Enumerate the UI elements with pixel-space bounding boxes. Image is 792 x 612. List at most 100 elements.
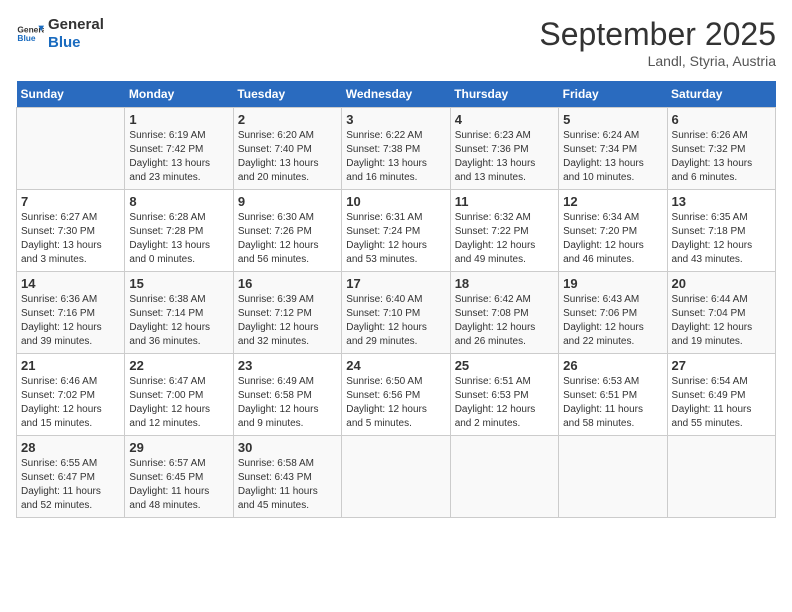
calendar-cell [559,436,667,518]
calendar-cell: 28Sunrise: 6:55 AM Sunset: 6:47 PM Dayli… [17,436,125,518]
calendar-cell: 11Sunrise: 6:32 AM Sunset: 7:22 PM Dayli… [450,190,558,272]
calendar-cell: 18 Sunrise: 6:42 AM Sunset: 7:08 PM Dayli… [450,272,558,354]
day-info: Sunrise: 6:50 AM Sunset: 6:56 PM Dayligh… [346,375,445,431]
calendar-cell [450,436,558,518]
day-number: 6 [672,112,771,127]
day-info: Sunrise: 6:55 AM Sunset: 6:47 PM Dayligh… [21,457,120,513]
day-number: 3 [346,112,445,127]
day-number: 11 [455,194,554,209]
calendar-cell: 3 Sunrise: 6:22 AM Sunset: 7:38 PM Daylig… [342,108,450,190]
day-number: 2 [238,112,337,127]
day-info: Sunrise: 6:44 AM Sunset: 7:04 PM Dayligh… [672,293,771,349]
day-number: 8 [129,194,228,209]
logo-icon: General Blue [16,20,44,48]
calendar-table: SundayMondayTuesdayWednesdayThursdayFrid… [16,81,776,518]
logo-general-text: General [48,16,104,34]
calendar-week-row: 21 Sunrise: 6:46 AM Sunset: 7:02 PM Dayli… [17,354,776,436]
location: Landl, Styria, Austria [539,53,776,69]
day-number: 14 [21,276,120,291]
day-info: Sunrise: 6:43 AM Sunset: 7:06 PM Dayligh… [563,293,662,349]
day-number: 17 [346,276,445,291]
day-info: Sunrise: 6:36 AM Sunset: 7:16 PM Dayligh… [21,293,120,349]
day-info: Sunrise: 6:26 AM Sunset: 7:32 PM Dayligh… [672,129,771,185]
day-number: 27 [672,358,771,373]
day-info: Sunrise: 6:31 AM Sunset: 7:24 PM Dayligh… [346,211,445,267]
calendar-cell: 1 Sunrise: 6:19 AM Sunset: 7:42 PM Daylig… [125,108,233,190]
calendar-cell: 25 Sunrise: 6:51 AM Sunset: 6:53 PM Dayli… [450,354,558,436]
day-number: 21 [21,358,120,373]
day-info: Sunrise: 6:38 AM Sunset: 7:14 PM Dayligh… [129,293,228,349]
day-info: Sunrise: 6:28 AM Sunset: 7:28 PM Dayligh… [129,211,228,267]
day-info: Sunrise: 6:54 AM Sunset: 6:49 PM Dayligh… [672,375,771,431]
day-info: Sunrise: 6:53 AM Sunset: 6:51 PM Dayligh… [563,375,662,431]
weekday-header-tuesday: Tuesday [233,81,341,108]
calendar-header-row: SundayMondayTuesdayWednesdayThursdayFrid… [17,81,776,108]
calendar-cell: 30 Sunrise: 6:58 AM Sunset: 6:43 PM Dayli… [233,436,341,518]
calendar-cell: 19Sunrise: 6:43 AM Sunset: 7:06 PM Dayli… [559,272,667,354]
day-number: 16 [238,276,337,291]
calendar-cell: 14 Sunrise: 6:36 AM Sunset: 7:16 PM Dayli… [17,272,125,354]
day-number: 18 [455,276,554,291]
day-info: Sunrise: 6:49 AM Sunset: 6:58 PM Dayligh… [238,375,337,431]
calendar-week-row: 1 Sunrise: 6:19 AM Sunset: 7:42 PM Daylig… [17,108,776,190]
calendar-cell: 17 Sunrise: 6:40 AM Sunset: 7:10 PM Dayli… [342,272,450,354]
day-number: 15 [129,276,228,291]
calendar-cell: 12 Sunrise: 6:34 AM Sunset: 7:20 PM Dayli… [559,190,667,272]
day-number: 4 [455,112,554,127]
day-number: 13 [672,194,771,209]
day-info: Sunrise: 6:51 AM Sunset: 6:53 PM Dayligh… [455,375,554,431]
day-info: Sunrise: 6:39 AM Sunset: 7:12 PM Dayligh… [238,293,337,349]
day-info: Sunrise: 6:34 AM Sunset: 7:20 PM Dayligh… [563,211,662,267]
weekday-header-thursday: Thursday [450,81,558,108]
day-info: Sunrise: 6:19 AM Sunset: 7:42 PM Dayligh… [129,129,228,185]
weekday-header-wednesday: Wednesday [342,81,450,108]
calendar-cell: 29Sunrise: 6:57 AM Sunset: 6:45 PM Dayli… [125,436,233,518]
svg-text:Blue: Blue [17,33,35,43]
calendar-cell: 23 Sunrise: 6:49 AM Sunset: 6:58 PM Dayli… [233,354,341,436]
day-number: 29 [129,440,228,455]
calendar-cell: 13 Sunrise: 6:35 AM Sunset: 7:18 PM Dayli… [667,190,775,272]
calendar-week-row: 14 Sunrise: 6:36 AM Sunset: 7:16 PM Dayli… [17,272,776,354]
day-number: 12 [563,194,662,209]
day-info: Sunrise: 6:27 AM Sunset: 7:30 PM Dayligh… [21,211,120,267]
page-header: General Blue General Blue September 2025… [16,16,776,69]
weekday-header-saturday: Saturday [667,81,775,108]
day-info: Sunrise: 6:46 AM Sunset: 7:02 PM Dayligh… [21,375,120,431]
title-section: September 2025 Landl, Styria, Austria [539,16,776,69]
calendar-cell: 5Sunrise: 6:24 AM Sunset: 7:34 PM Daylig… [559,108,667,190]
month-title: September 2025 [539,16,776,53]
day-number: 26 [563,358,662,373]
day-info: Sunrise: 6:47 AM Sunset: 7:00 PM Dayligh… [129,375,228,431]
calendar-cell: 7 Sunrise: 6:27 AM Sunset: 7:30 PM Daylig… [17,190,125,272]
day-number: 10 [346,194,445,209]
day-info: Sunrise: 6:22 AM Sunset: 7:38 PM Dayligh… [346,129,445,185]
day-number: 23 [238,358,337,373]
weekday-header-friday: Friday [559,81,667,108]
day-info: Sunrise: 6:42 AM Sunset: 7:08 PM Dayligh… [455,293,554,349]
calendar-cell: 24Sunrise: 6:50 AM Sunset: 6:56 PM Dayli… [342,354,450,436]
day-info: Sunrise: 6:40 AM Sunset: 7:10 PM Dayligh… [346,293,445,349]
day-info: Sunrise: 6:23 AM Sunset: 7:36 PM Dayligh… [455,129,554,185]
day-number: 30 [238,440,337,455]
day-info: Sunrise: 6:24 AM Sunset: 7:34 PM Dayligh… [563,129,662,185]
calendar-cell: 15 Sunrise: 6:38 AM Sunset: 7:14 PM Dayli… [125,272,233,354]
calendar-cell: 16 Sunrise: 6:39 AM Sunset: 7:12 PM Dayli… [233,272,341,354]
calendar-cell: 21 Sunrise: 6:46 AM Sunset: 7:02 PM Dayli… [17,354,125,436]
calendar-cell: 4 Sunrise: 6:23 AM Sunset: 7:36 PM Daylig… [450,108,558,190]
day-number: 20 [672,276,771,291]
calendar-week-row: 28Sunrise: 6:55 AM Sunset: 6:47 PM Dayli… [17,436,776,518]
day-number: 22 [129,358,228,373]
day-info: Sunrise: 6:35 AM Sunset: 7:18 PM Dayligh… [672,211,771,267]
day-info: Sunrise: 6:58 AM Sunset: 6:43 PM Dayligh… [238,457,337,513]
calendar-week-row: 7 Sunrise: 6:27 AM Sunset: 7:30 PM Daylig… [17,190,776,272]
day-number: 7 [21,194,120,209]
calendar-cell: 6 Sunrise: 6:26 AM Sunset: 7:32 PM Daylig… [667,108,775,190]
calendar-cell: 10 Sunrise: 6:31 AM Sunset: 7:24 PM Dayli… [342,190,450,272]
calendar-cell: 8 Sunrise: 6:28 AM Sunset: 7:28 PM Daylig… [125,190,233,272]
calendar-cell: 20 Sunrise: 6:44 AM Sunset: 7:04 PM Dayli… [667,272,775,354]
day-number: 25 [455,358,554,373]
logo: General Blue General Blue [16,16,104,52]
day-number: 9 [238,194,337,209]
day-number: 1 [129,112,228,127]
calendar-cell: 9Sunrise: 6:30 AM Sunset: 7:26 PM Daylig… [233,190,341,272]
